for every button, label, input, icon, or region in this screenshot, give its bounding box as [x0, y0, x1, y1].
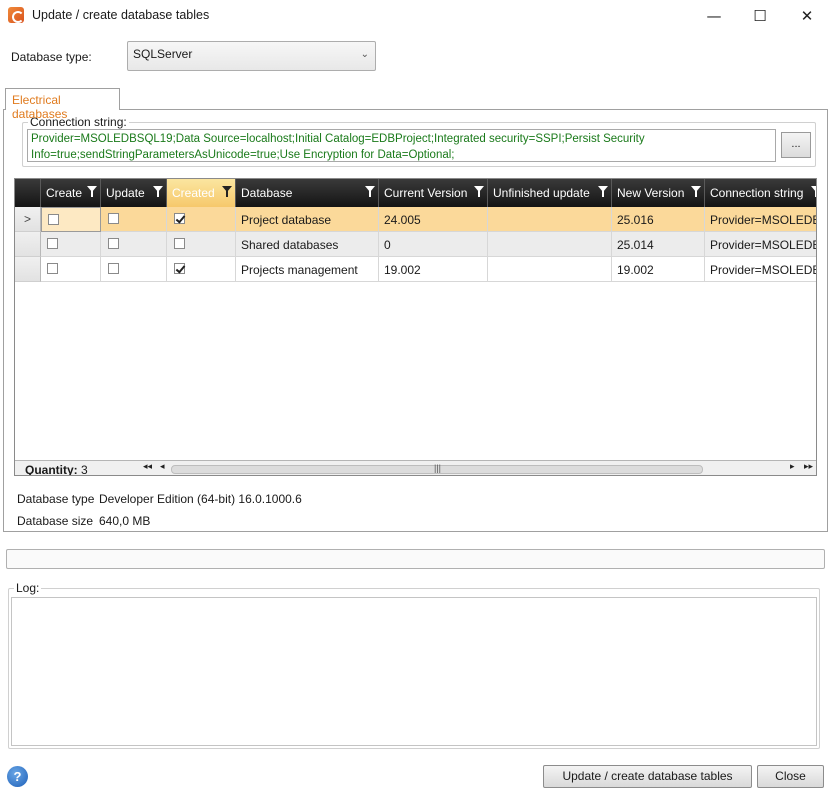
create-cell[interactable] — [41, 257, 101, 282]
database-size-label: Database size — [17, 514, 94, 528]
create-cell[interactable] — [41, 232, 101, 257]
filter-icon[interactable] — [153, 186, 163, 198]
created-cell[interactable] — [167, 257, 236, 282]
table-row[interactable]: Projects management 19.002 19.002 Provid… — [15, 257, 816, 282]
filter-icon[interactable] — [598, 186, 608, 198]
scroll-right-icon[interactable]: ▸ — [790, 462, 795, 472]
horizontal-scrollbar[interactable]: ||| — [171, 463, 703, 474]
connection-string-input[interactable]: Provider=MSOLEDBSQL19;Data Source=localh… — [27, 129, 776, 162]
new-version-cell[interactable]: 19.002 — [612, 257, 705, 282]
log-label: Log: — [14, 581, 42, 595]
create-checkbox[interactable] — [47, 263, 58, 274]
filter-icon[interactable] — [87, 186, 97, 198]
app-logo-icon — [8, 7, 24, 23]
column-header-current-version[interactable]: Current Version — [379, 179, 488, 207]
current-version-cell[interactable]: 24.005 — [379, 207, 488, 232]
connection-string-cell[interactable]: Provider=MSOLEDB — [705, 232, 816, 257]
window-title: Update / create database tables — [32, 8, 210, 22]
current-row-icon: > — [24, 212, 32, 226]
quantity-summary: Quantity: 3 — [25, 463, 88, 476]
created-cell[interactable] — [167, 232, 236, 257]
chevron-down-icon[interactable]: ⌄ — [361, 49, 369, 60]
unfinished-update-cell[interactable] — [488, 207, 612, 232]
database-type-info-value: Developer Edition (64-bit) 16.0.1000.6 — [99, 492, 302, 506]
database-cell[interactable]: Projects management — [236, 257, 379, 282]
created-checkbox[interactable] — [174, 238, 185, 249]
column-header-update[interactable]: Update — [101, 179, 167, 207]
current-version-cell[interactable]: 19.002 — [379, 257, 488, 282]
column-header-unfinished-update[interactable]: Unfinished update — [488, 179, 612, 207]
row-indicator[interactable] — [15, 257, 41, 282]
database-type-value: SQLServer — [133, 47, 193, 61]
filter-icon[interactable] — [365, 186, 375, 198]
maximize-button[interactable]: ☐ — [737, 0, 783, 31]
created-checkbox[interactable] — [174, 213, 185, 224]
column-header-connection-string[interactable]: Connection string — [705, 179, 816, 207]
row-indicator[interactable]: > — [15, 207, 41, 232]
column-label: Create — [46, 186, 83, 200]
database-type-label: Database type: — [11, 50, 92, 64]
filter-icon[interactable] — [811, 186, 816, 198]
update-cell[interactable] — [101, 257, 167, 282]
new-version-cell[interactable]: 25.014 — [612, 232, 705, 257]
database-type-info-label: Database type — [17, 492, 95, 506]
filter-icon[interactable] — [474, 186, 484, 198]
create-cell[interactable] — [41, 207, 101, 232]
update-checkbox[interactable] — [108, 213, 119, 224]
help-icon[interactable]: ? — [7, 766, 28, 787]
current-version-cell[interactable]: 0 — [379, 232, 488, 257]
update-checkbox[interactable] — [108, 263, 119, 274]
column-label: Update — [106, 186, 145, 200]
column-label: Connection string — [710, 186, 804, 200]
new-version-cell[interactable]: 25.016 — [612, 207, 705, 232]
update-create-tables-button[interactable]: Update / create database tables — [543, 765, 752, 788]
scroll-first-icon[interactable]: ◂◂ — [143, 462, 152, 472]
scroll-thumb-grip-icon[interactable]: ||| — [434, 463, 441, 473]
filter-icon[interactable] — [222, 186, 232, 198]
column-label: Current Version — [384, 186, 468, 200]
tab-electrical-databases[interactable]: Electrical databases — [5, 88, 120, 121]
created-checkbox[interactable] — [174, 263, 185, 274]
close-window-button[interactable]: ✕ — [784, 0, 830, 31]
unfinished-update-cell[interactable] — [488, 232, 612, 257]
connection-string-cell[interactable]: Provider=MSOLEDB — [705, 207, 816, 232]
column-label: Unfinished update — [493, 186, 590, 200]
column-header-create[interactable]: Create — [41, 179, 101, 207]
databases-grid: Create Update Created Database Current V… — [14, 178, 817, 476]
database-cell[interactable]: Project database — [236, 207, 379, 232]
database-type-select[interactable]: SQLServer ⌄ — [127, 41, 376, 71]
scroll-left-icon[interactable]: ◂ — [160, 462, 165, 472]
column-label: Created — [172, 186, 215, 200]
column-header-created[interactable]: Created — [167, 179, 236, 207]
database-cell[interactable]: Shared databases — [236, 232, 379, 257]
create-checkbox[interactable] — [48, 214, 59, 225]
update-cell[interactable] — [101, 207, 167, 232]
quantity-value: 3 — [81, 463, 88, 476]
minimize-button[interactable]: — — [691, 0, 737, 31]
filter-icon[interactable] — [691, 186, 701, 198]
created-cell[interactable] — [167, 207, 236, 232]
column-header-new-version[interactable]: New Version — [612, 179, 705, 207]
table-row[interactable]: Shared databases 0 25.014 Provider=MSOLE… — [15, 232, 816, 257]
connection-string-cell[interactable]: Provider=MSOLEDB — [705, 257, 816, 282]
row-indicator[interactable] — [15, 232, 41, 257]
title-bar: Update / create database tables — ☐ ✕ — [0, 0, 831, 31]
progress-bar — [6, 549, 825, 569]
column-header-database[interactable]: Database — [236, 179, 379, 207]
unfinished-update-cell[interactable] — [488, 257, 612, 282]
log-textarea[interactable] — [11, 597, 817, 746]
column-label: Database — [241, 186, 293, 200]
close-button[interactable]: Close — [757, 765, 824, 788]
grid-footer: Quantity: 3 ◂◂ ◂ ||| ▸ ▸▸ — [15, 460, 816, 476]
column-label: New Version — [617, 186, 685, 200]
create-checkbox[interactable] — [47, 238, 58, 249]
quantity-label: Quantity: — [25, 463, 78, 476]
row-indicator-header — [15, 179, 41, 207]
update-cell[interactable] — [101, 232, 167, 257]
scroll-last-icon[interactable]: ▸▸ — [804, 462, 813, 472]
update-checkbox[interactable] — [108, 238, 119, 249]
database-size-value: 640,0 MB — [99, 514, 151, 528]
browse-connection-button[interactable]: ... — [781, 132, 811, 158]
table-row[interactable]: > Project database 24.005 25.016 Provide… — [15, 207, 816, 232]
